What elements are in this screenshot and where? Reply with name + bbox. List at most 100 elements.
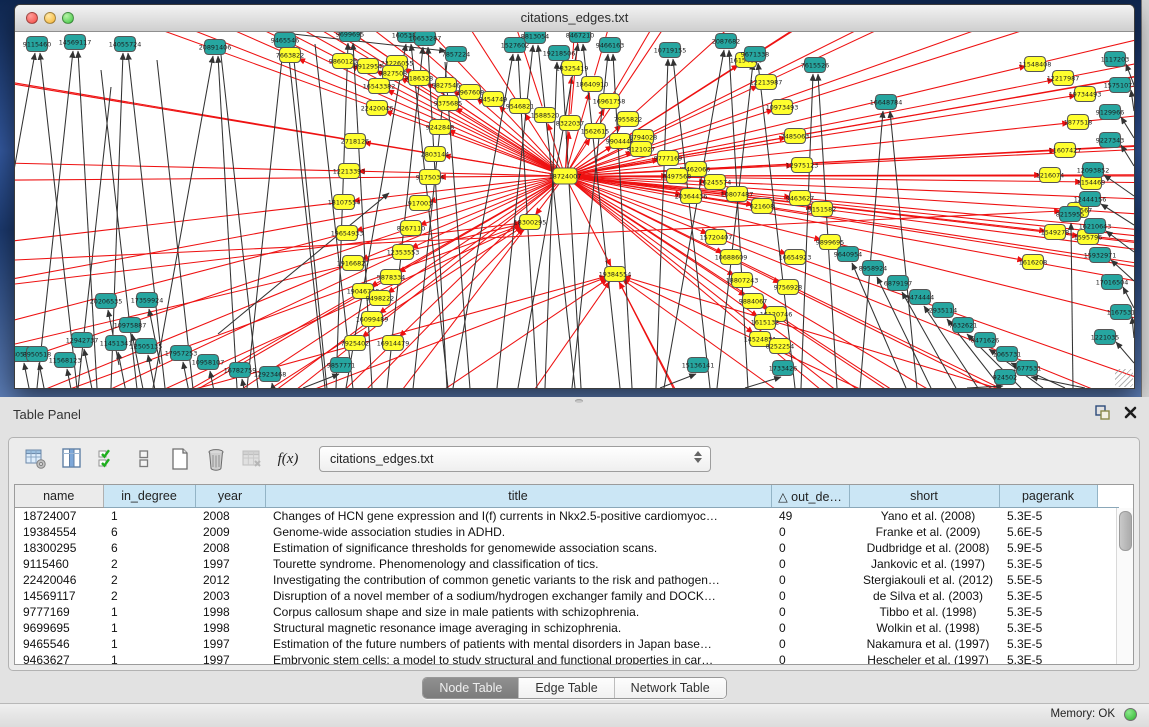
table-cell[interactable]: 1 bbox=[103, 508, 195, 525]
table-cell[interactable]: Changes of HCN gene expression and I(f) … bbox=[265, 508, 771, 525]
table-cell[interactable]: Wolkin et al. (1998) bbox=[849, 620, 999, 636]
graph-node[interactable]: 12217987 bbox=[1047, 71, 1080, 86]
graph-node[interactable]: 11548408 bbox=[1019, 57, 1052, 72]
table-cell[interactable]: 0 bbox=[771, 604, 849, 620]
table-cell[interactable]: 0 bbox=[771, 556, 849, 572]
table-cell[interactable]: 0 bbox=[771, 540, 849, 556]
graph-node[interactable]: 10973493 bbox=[766, 100, 799, 115]
graph-node[interactable]: 17359924 bbox=[131, 293, 164, 308]
graph-node[interactable]: 9463627 bbox=[786, 191, 814, 206]
graph-node[interactable]: 9121027 bbox=[627, 142, 655, 157]
graph-node[interactable]: 9474444 bbox=[906, 290, 934, 305]
table-cell[interactable]: Disruption of a novel member of a sodium… bbox=[265, 588, 771, 604]
graph-node[interactable]: 9151582 bbox=[808, 202, 836, 217]
tab-edge-table[interactable]: Edge Table bbox=[518, 678, 613, 698]
table-cell[interactable]: Investigating the contribution of common… bbox=[265, 572, 771, 588]
graph-node[interactable]: 1117203 bbox=[1101, 52, 1129, 67]
graph-node[interactable]: 621608 bbox=[750, 199, 774, 214]
table-cell[interactable]: 5.5E-5 bbox=[999, 572, 1097, 588]
table-cell[interactable]: 5.3E-5 bbox=[999, 604, 1097, 620]
graph-node[interactable]: 7857224 bbox=[442, 47, 470, 62]
table-cell[interactable]: Tibbo et al. (1998) bbox=[849, 604, 999, 620]
table-row[interactable]: 1938455462009Genome-wide association stu… bbox=[15, 524, 1119, 540]
table-row[interactable]: 911546021997Tourette syndrome. Phenomeno… bbox=[15, 556, 1119, 572]
graph-node[interactable]: 9640954 bbox=[834, 247, 862, 262]
table-cell[interactable]: 0 bbox=[771, 652, 849, 665]
graph-node[interactable]: 8215955 bbox=[1056, 207, 1084, 222]
table-cell[interactable]: 2 bbox=[103, 588, 195, 604]
graph-node[interactable]: 15136141 bbox=[682, 358, 715, 373]
table-cell[interactable]: Genome-wide association studies in ADHD. bbox=[265, 524, 771, 540]
table-cell[interactable]: 0 bbox=[771, 588, 849, 604]
graph-node[interactable]: 19218506 bbox=[543, 46, 576, 61]
table-cell[interactable]: 5.3E-5 bbox=[999, 620, 1097, 636]
graph-node[interactable]: 5878334 bbox=[377, 270, 405, 285]
graph-node[interactable]: 917003 bbox=[408, 196, 432, 211]
column-header-in_degree[interactable]: in_degree bbox=[103, 485, 195, 508]
graph-node[interactable]: 20206535 bbox=[90, 294, 123, 309]
table-cell[interactable]: 1 bbox=[103, 620, 195, 636]
table-cell[interactable]: 5.3E-5 bbox=[999, 588, 1097, 604]
graph-node[interactable]: 20891406 bbox=[199, 40, 232, 55]
table-cell[interactable]: Stergiakouli et al. (2012) bbox=[849, 572, 999, 588]
column-header-out_de[interactable]: △ out_de… bbox=[771, 485, 849, 508]
graph-node[interactable]: 8267110 bbox=[397, 221, 425, 236]
table-cell[interactable]: 9465546 bbox=[15, 636, 103, 652]
show-column-icon[interactable] bbox=[59, 446, 85, 472]
graph-node[interactable]: 12975123 bbox=[786, 158, 819, 173]
table-cell[interactable]: Structural magnetic resonance image aver… bbox=[265, 620, 771, 636]
graph-node[interactable]: 1221035 bbox=[1091, 330, 1119, 345]
table-cell[interactable]: de Silva et al. (2003) bbox=[849, 588, 999, 604]
table-row[interactable]: 969969511998Structural magnetic resonanc… bbox=[15, 620, 1119, 636]
table-cell[interactable]: Jankovic et al. (1997) bbox=[849, 556, 999, 572]
graph-node[interactable]: 10653287 bbox=[409, 32, 442, 46]
close-panel-icon[interactable] bbox=[1124, 406, 1137, 424]
graph-node[interactable]: 9115460 bbox=[23, 37, 51, 52]
graph-node[interactable]: 9175034 bbox=[416, 170, 444, 185]
graph-node[interactable]: 16961758 bbox=[593, 94, 626, 109]
table-cell[interactable]: 2008 bbox=[195, 508, 265, 525]
column-header-name[interactable]: name bbox=[15, 485, 103, 508]
delete-entries-trash-icon[interactable] bbox=[203, 446, 229, 472]
table-cell[interactable]: 1 bbox=[103, 652, 195, 665]
table-cell[interactable]: Corpus callosum shape and size in male p… bbox=[265, 604, 771, 620]
table-cell[interactable]: 5.3E-5 bbox=[999, 508, 1097, 525]
table-cell[interactable]: Nakamura et al. (1997) bbox=[849, 636, 999, 652]
graph-node[interactable]: 7955822 bbox=[614, 112, 642, 127]
table-cell[interactable]: 2009 bbox=[195, 524, 265, 540]
graph-node[interactable]: 11568123 bbox=[49, 353, 82, 368]
table-row[interactable]: 977716911998Corpus callosum shape and si… bbox=[15, 604, 1119, 620]
table-row[interactable]: 946554611997Estimation of the future num… bbox=[15, 636, 1119, 652]
table-cell[interactable]: Dudbridge et al. (2008) bbox=[849, 540, 999, 556]
graph-node[interactable]: 7632621 bbox=[949, 318, 977, 333]
graph-node[interactable]: 2935114 bbox=[929, 303, 957, 318]
table-row[interactable]: 1830029562008Estimation of significance … bbox=[15, 540, 1119, 556]
tab-network-table[interactable]: Network Table bbox=[614, 678, 726, 698]
graph-node[interactable]: 18724007 bbox=[549, 168, 582, 184]
graph-node[interactable]: 9884067 bbox=[739, 294, 767, 309]
table-row[interactable]: 1456911722003Disruption of a novel membe… bbox=[15, 588, 1119, 604]
table-cell[interactable]: 1998 bbox=[195, 620, 265, 636]
graph-node[interactable]: 1065731 bbox=[993, 347, 1021, 362]
table-cell[interactable]: 9699695 bbox=[15, 620, 103, 636]
table-selector-dropdown[interactable]: citations_edges.txt bbox=[319, 446, 711, 472]
graph-node[interactable]: 22420046 bbox=[361, 101, 394, 116]
float-panel-icon[interactable] bbox=[1095, 405, 1110, 425]
graph-node[interactable]: 6879197 bbox=[884, 276, 912, 291]
column-header-year[interactable]: year bbox=[195, 485, 265, 508]
table-cell[interactable]: 1997 bbox=[195, 556, 265, 572]
table-cell[interactable]: Estimation of significance thresholds fo… bbox=[265, 540, 771, 556]
graph-node[interactable]: 12923468 bbox=[254, 367, 287, 382]
table-cell[interactable]: 49 bbox=[771, 508, 849, 525]
table-cell[interactable]: 1 bbox=[103, 604, 195, 620]
graph-node[interactable]: 7615526 bbox=[801, 58, 829, 73]
graph-node[interactable]: 9242848 bbox=[426, 120, 454, 135]
create-table-icon[interactable] bbox=[167, 446, 193, 472]
graph-node[interactable]: 9756928 bbox=[774, 280, 802, 295]
graph-node[interactable]: 2087682 bbox=[712, 34, 740, 49]
vertical-scrollbar[interactable] bbox=[1116, 508, 1133, 664]
table-cell[interactable]: 0 bbox=[771, 636, 849, 652]
graph-node[interactable]: 1877518 bbox=[1064, 115, 1092, 130]
table-cell[interactable]: Tourette syndrome. Phenomenology and cla… bbox=[265, 556, 771, 572]
column-header-short[interactable]: short bbox=[849, 485, 999, 508]
